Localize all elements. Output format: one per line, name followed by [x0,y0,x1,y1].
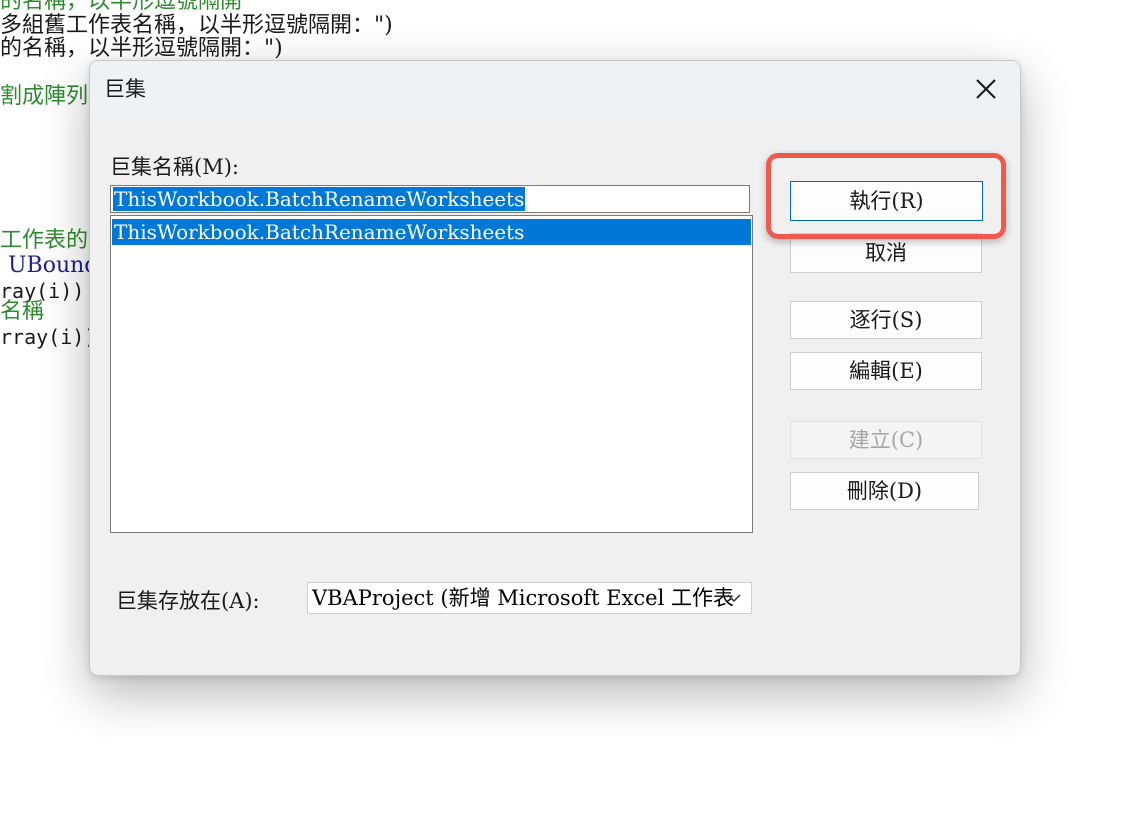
macros-in-label: 巨集存放在(A): [116,589,260,613]
cancel-button[interactable]: 取消 [790,233,982,273]
close-button[interactable] [970,73,1002,105]
code-line: 的名稱，以半形逗號隔開：") [0,36,283,61]
code-line: 多組舊工作表名稱，以半形逗號隔開：") [0,13,393,38]
code-line: 的名稱，以半形逗號隔開 [0,0,243,14]
macros-in-dropdown[interactable]: VBAProject (新增 Microsoft Excel 工作表 [307,582,752,614]
macro-name-input[interactable]: ThisWorkbook.BatchRenameWorksheets [110,185,750,213]
code-line: rray(i)) [0,325,97,349]
macro-name-label: 巨集名稱(M): [110,155,239,179]
macros-in-value: VBAProject (新增 Microsoft Excel 工作表 [312,586,734,610]
close-icon [976,79,996,99]
create-button: 建立(C) [790,421,982,459]
macro-list[interactable]: ThisWorkbook.BatchRenameWorksheets [110,215,753,533]
chevron-down-icon [727,594,741,603]
macro-name-value: ThisWorkbook.BatchRenameWorksheets [113,187,526,211]
step-into-button[interactable]: 逐行(S) [790,301,982,339]
macro-dialog: 巨集 巨集名稱(M): ThisWorkbook.BatchRenameWork… [89,60,1021,676]
dialog-titlebar[interactable]: 巨集 [90,61,1020,117]
run-button[interactable]: 執行(R) [790,181,983,221]
list-item[interactable]: ThisWorkbook.BatchRenameWorksheets [112,219,751,245]
dialog-title: 巨集 [104,77,146,101]
delete-button[interactable]: 刪除(D) [790,472,979,510]
edit-button[interactable]: 編輯(E) [790,352,982,390]
code-line: 名稱 [0,299,45,324]
code-line: 割成陣列 [0,84,89,109]
